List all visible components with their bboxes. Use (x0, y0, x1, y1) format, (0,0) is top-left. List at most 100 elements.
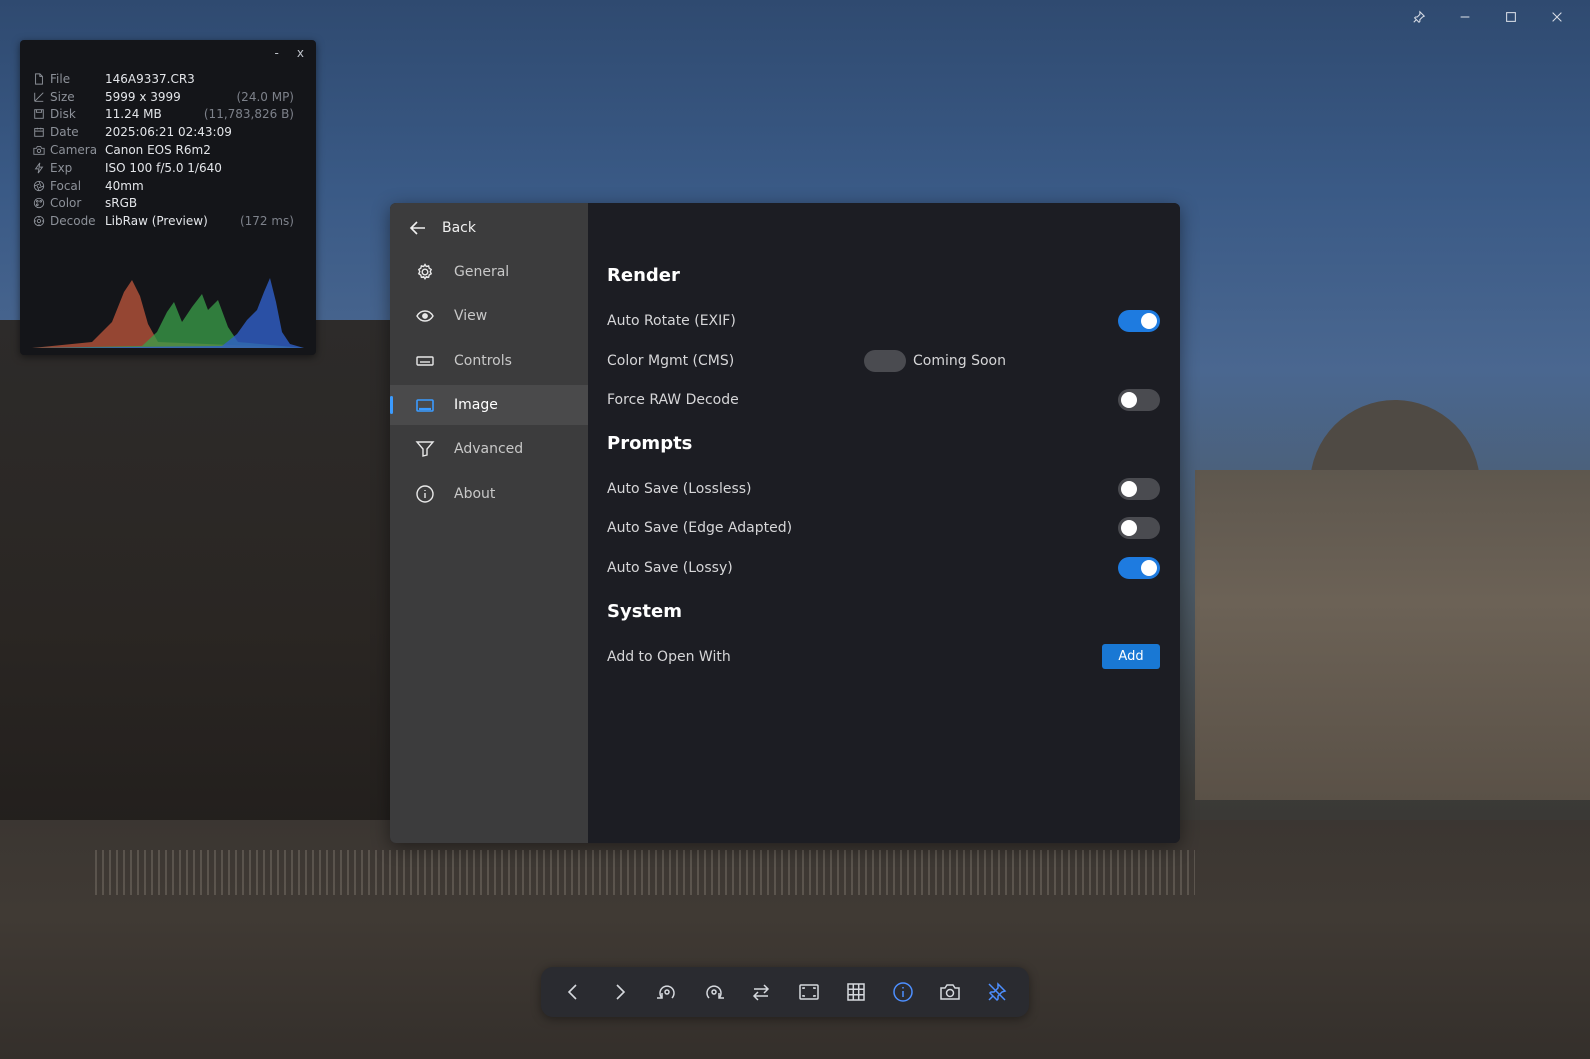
filter-icon (414, 438, 436, 460)
image-info-panel: - x File 146A9337.CR3 Size 5999 x 3999 (24.0… (20, 40, 316, 355)
sidebar-item-label: About (454, 486, 496, 502)
settings-dialog: Back General View Controls Image Advance… (390, 203, 1180, 843)
fit-screen-icon[interactable] (791, 974, 827, 1010)
sidebar-item-image[interactable]: Image (390, 385, 588, 425)
settings-content: Render Auto Rotate (EXIF) Color Mgmt (CM… (588, 203, 1180, 843)
auto-save-lossless-label: Auto Save (Lossless) (607, 481, 752, 497)
info-row: Decode LibRaw (Preview) (172 ms) (32, 212, 294, 230)
color-mgmt-label: Color Mgmt (CMS) (607, 353, 735, 369)
grid-icon[interactable] (838, 974, 874, 1010)
calendar-icon (32, 125, 46, 139)
info-extra: (11,783,826 B) (203, 107, 294, 122)
info-row: Date 2025:06:21 02:43:09 (32, 123, 294, 141)
sidebar-item-view[interactable]: View (390, 296, 588, 336)
maximize-icon[interactable] (1488, 6, 1534, 28)
auto-rotate-label: Auto Rotate (EXIF) (607, 313, 736, 329)
coming-soon-text: Coming Soon (913, 353, 1006, 369)
add-open-with-button[interactable]: Add (1102, 644, 1160, 669)
info-row: Exp ISO 100 f/5.0 1/640 (32, 159, 294, 177)
file-icon (32, 72, 46, 86)
info-value: LibRaw (Preview) (105, 214, 208, 229)
auto-save-edge-toggle[interactable] (1118, 517, 1160, 539)
bottom-toolbar (541, 967, 1029, 1017)
palette-icon (32, 196, 46, 210)
pin-off-icon[interactable] (979, 974, 1015, 1010)
info-value: ISO 100 f/5.0 1/640 (105, 160, 222, 175)
rotate-left-icon[interactable] (649, 974, 685, 1010)
auto-save-lossy-label: Auto Save (Lossy) (607, 560, 733, 576)
info-rows: File 146A9337.CR3 Size 5999 x 3999 (24.0 MP)… (32, 70, 294, 230)
info-value: Canon EOS R6m2 (105, 143, 211, 158)
info-value: 146A9337.CR3 (105, 71, 195, 86)
sidebar-item-advanced[interactable]: Advanced (390, 429, 588, 469)
info-row: Color sRGB (32, 195, 294, 213)
info-label: Decode (50, 214, 96, 229)
disk-icon (32, 107, 46, 121)
background-fence (95, 850, 1195, 895)
camera-icon (32, 143, 46, 157)
info-panel-close-button[interactable]: x (297, 46, 304, 60)
eye-icon (414, 305, 436, 327)
auto-save-lossless-toggle[interactable] (1118, 478, 1160, 500)
sidebar-item-label: View (454, 308, 488, 324)
info-panel-minimize-button[interactable]: - (275, 46, 279, 60)
camera-icon[interactable] (932, 974, 968, 1010)
info-row: File 146A9337.CR3 (32, 70, 294, 88)
pin-icon[interactable] (1396, 6, 1442, 28)
keyboard-icon (414, 350, 436, 372)
sidebar-item-general[interactable]: General (390, 252, 588, 292)
info-row: Disk 11.24 MB (11,783,826 B) (32, 106, 294, 124)
sidebar-item-about[interactable]: About (390, 474, 588, 514)
sidebar-item-controls[interactable]: Controls (390, 341, 588, 381)
settings-sidebar: Back General View Controls Image Advance… (390, 203, 588, 843)
chevron-right-icon[interactable] (602, 974, 638, 1010)
color-mgmt-toggle-disabled (864, 350, 906, 372)
section-title-prompts: Prompts (607, 433, 693, 454)
arrow-left-icon (409, 221, 425, 235)
info-extra: (172 ms) (239, 214, 294, 229)
sidebar-item-label: General (454, 264, 510, 280)
info-icon (414, 483, 436, 505)
minimize-icon[interactable] (1442, 6, 1488, 28)
info-label: Color (50, 196, 82, 211)
auto-save-lossy-toggle[interactable] (1118, 557, 1160, 579)
info-value: 2025:06:21 02:43:09 (105, 125, 232, 140)
close-icon[interactable] (1534, 6, 1580, 28)
gear-icon (414, 261, 436, 283)
background-building-right (1195, 470, 1590, 800)
info-row: Size 5999 x 3999 (24.0 MP) (32, 88, 294, 106)
info-value: 5999 x 3999 (105, 89, 181, 104)
info-label: Exp (50, 160, 73, 175)
info-label: Size (50, 89, 75, 104)
back-button[interactable]: Back (408, 217, 476, 239)
rotate-right-icon[interactable] (696, 974, 732, 1010)
section-title-system: System (607, 601, 682, 622)
auto-save-edge-label: Auto Save (Edge Adapted) (607, 520, 793, 536)
back-label: Back (442, 220, 476, 236)
auto-rotate-toggle[interactable] (1118, 310, 1160, 332)
info-label: File (50, 71, 71, 86)
info-value: 40mm (105, 178, 144, 193)
info-row: Camera Canon EOS R6m2 (32, 141, 294, 159)
info-extra: (24.0 MP) (236, 89, 295, 104)
info-value: sRGB (105, 196, 138, 211)
info-label: Focal (50, 178, 82, 193)
sidebar-item-label: Image (454, 397, 498, 413)
sidebar-item-label: Advanced (454, 441, 524, 457)
open-with-label: Add to Open With (607, 649, 731, 665)
swap-icon[interactable] (743, 974, 779, 1010)
chip-icon (32, 214, 46, 228)
window-controls (1396, 6, 1580, 28)
force-raw-toggle[interactable] (1118, 389, 1160, 411)
image-icon (414, 394, 436, 416)
section-title-render: Render (607, 265, 680, 286)
chevron-left-icon[interactable] (555, 974, 591, 1010)
info-circle-icon[interactable] (885, 974, 921, 1010)
histogram (32, 278, 304, 348)
info-label: Camera (50, 143, 98, 158)
aperture-icon (32, 179, 46, 193)
size-icon (32, 90, 46, 104)
info-value: 11.24 MB (105, 107, 162, 122)
flash-icon (32, 161, 46, 175)
sidebar-item-label: Controls (454, 353, 512, 369)
